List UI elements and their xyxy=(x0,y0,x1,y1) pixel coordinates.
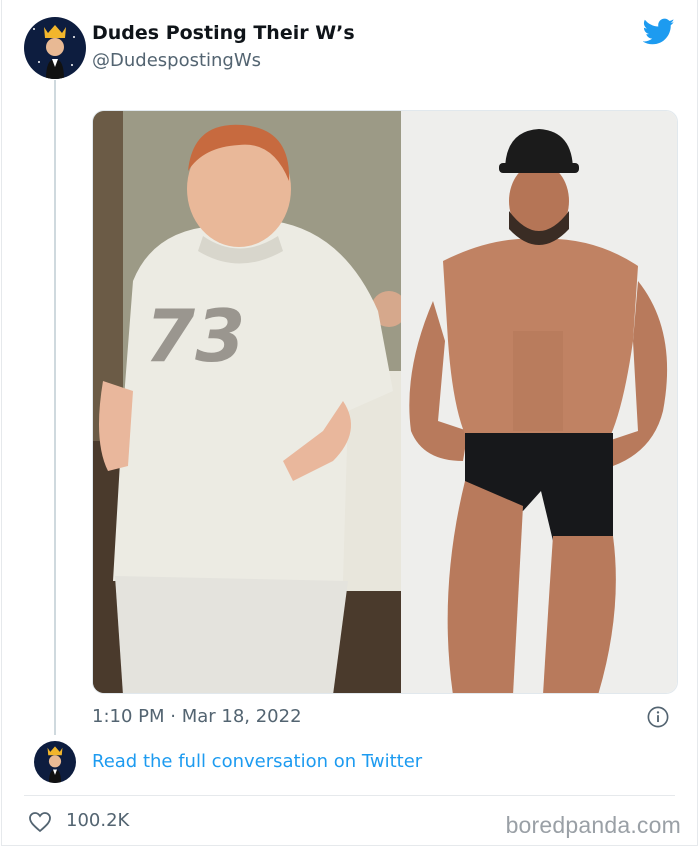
heart-icon[interactable] xyxy=(28,811,52,833)
divider xyxy=(24,795,675,796)
like-count[interactable]: 100.2K xyxy=(66,810,129,831)
watermark: boredpanda.com xyxy=(505,812,681,838)
author-display-name[interactable]: Dudes Posting Their W’s xyxy=(92,22,355,44)
reply-avatar xyxy=(34,741,76,783)
read-full-conversation-link[interactable]: Read the full conversation on Twitter xyxy=(92,751,422,772)
tweet-media-image[interactable]: 73 xyxy=(92,110,678,694)
tweet-card: Dudes Posting Their W’s @DudespostingWs xyxy=(1,0,698,846)
tweet-timestamp[interactable]: 1:10 PM · Mar 18, 2022 xyxy=(92,706,302,727)
author-handle[interactable]: @DudespostingWs xyxy=(92,50,261,71)
author-avatar[interactable] xyxy=(24,17,86,79)
thread-line xyxy=(54,80,56,735)
jersey-number: 73 xyxy=(145,294,245,378)
twitter-bird-icon[interactable] xyxy=(643,18,675,46)
info-icon[interactable] xyxy=(647,706,669,728)
